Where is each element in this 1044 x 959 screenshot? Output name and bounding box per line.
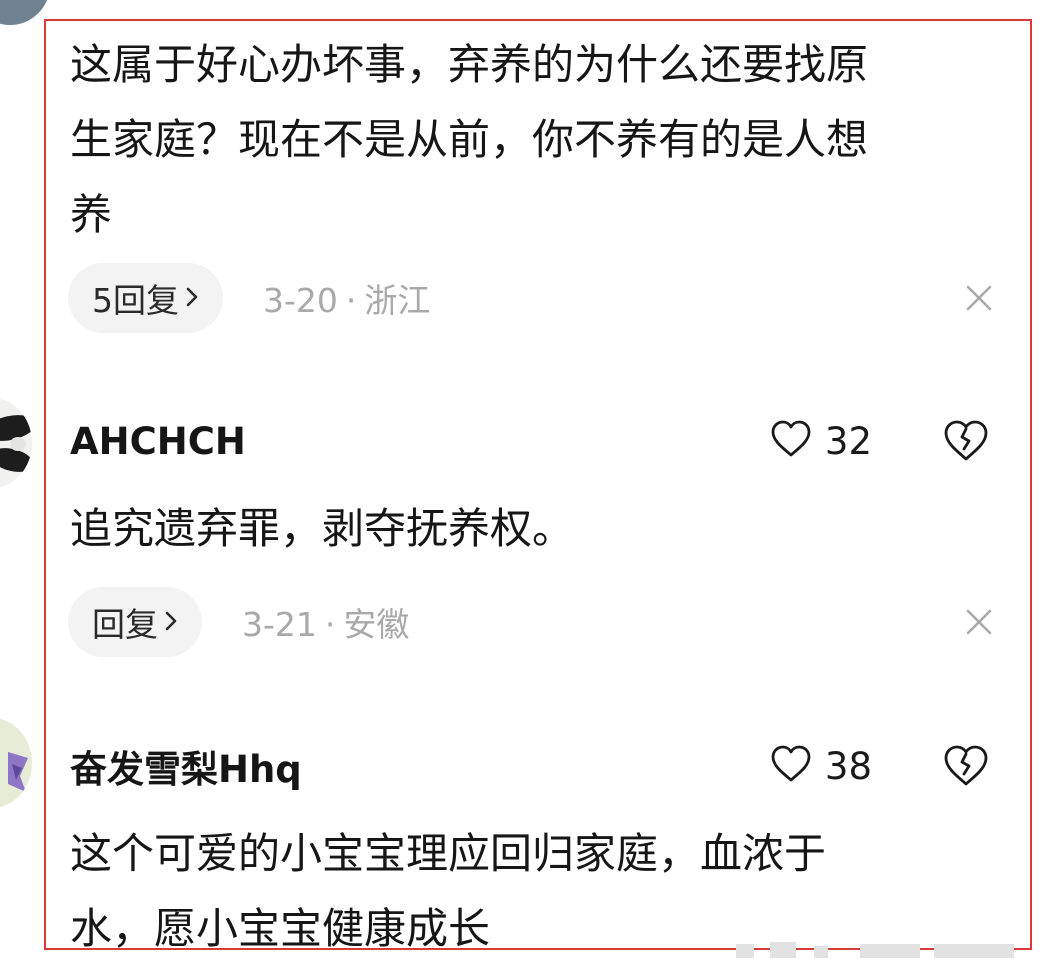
comment-meta: 5回复 3-20 · 浙江	[68, 262, 996, 334]
close-icon[interactable]	[962, 281, 996, 315]
like-button[interactable]: 32	[769, 419, 872, 463]
close-icon[interactable]	[962, 605, 996, 639]
broken-heart-icon[interactable]	[942, 744, 990, 788]
comment-location: 浙江	[364, 281, 431, 320]
replies-label: 5回复	[92, 281, 179, 320]
like-count: 32	[824, 419, 872, 463]
chevron-right-icon	[185, 281, 199, 316]
comment-date-location: 3-21 · 安徽	[242, 598, 409, 646]
comment-header: 奋发雪梨Hhq 38	[70, 736, 990, 796]
highlighted-comments: 这属于好心办坏事，弃养的为什么还要找原 生家庭？现在不是从前，你不养有的是人想 …	[44, 19, 1032, 950]
replies-button[interactable]: 5回复	[68, 263, 223, 333]
comment-text-line: 生家庭？现在不是从前，你不养有的是人想	[70, 115, 869, 164]
meta-separator: ·	[324, 605, 336, 644]
comment-meta: 回复 3-21 · 安徽	[68, 586, 996, 658]
comment-date: 3-20	[263, 281, 338, 320]
avatar[interactable]	[0, 398, 32, 488]
broken-heart-icon[interactable]	[942, 419, 990, 463]
comment-header: AHCHCH 32	[70, 411, 990, 471]
comment-text: 这属于好心办坏事，弃养的为什么还要找原 生家庭？现在不是从前，你不养有的是人想 …	[70, 27, 996, 252]
comment-date: 3-21	[242, 605, 317, 644]
like-count: 38	[824, 744, 872, 788]
comment-text-line: 这个可爱的小宝宝理应回归家庭，血浓于	[70, 829, 827, 878]
avatar[interactable]	[0, 0, 50, 25]
comment-date-location: 3-20 · 浙江	[263, 274, 430, 322]
reply-label: 回复	[92, 605, 158, 644]
comment-text: 追究遗弃罪，剥夺抚养权。	[70, 491, 996, 566]
comment-text-line: 这属于好心办坏事，弃养的为什么还要找原	[70, 40, 869, 89]
comment-text-line: 追究遗弃罪，剥夺抚养权。	[70, 504, 575, 553]
comment-location: 安徽	[343, 605, 410, 644]
comment-screenshot: 这属于好心办坏事，弃养的为什么还要找原 生家庭？现在不是从前，你不养有的是人想 …	[0, 0, 1044, 959]
username[interactable]: AHCHCH	[70, 420, 246, 463]
username[interactable]: 奋发雪梨Hhq	[70, 739, 302, 793]
reply-button[interactable]: 回复	[68, 587, 202, 657]
comment-text-line: 养	[70, 190, 113, 239]
heart-outline-icon	[769, 744, 813, 788]
heart-outline-icon	[769, 419, 813, 463]
like-button[interactable]: 38	[769, 744, 872, 788]
meta-separator: ·	[345, 281, 357, 320]
chevron-right-icon	[164, 605, 178, 640]
avatar[interactable]	[0, 718, 32, 808]
watermark	[730, 938, 1030, 958]
comment-text: 这个可爱的小宝宝理应回归家庭，血浓于 水，愿小宝宝健康成长	[70, 816, 996, 948]
